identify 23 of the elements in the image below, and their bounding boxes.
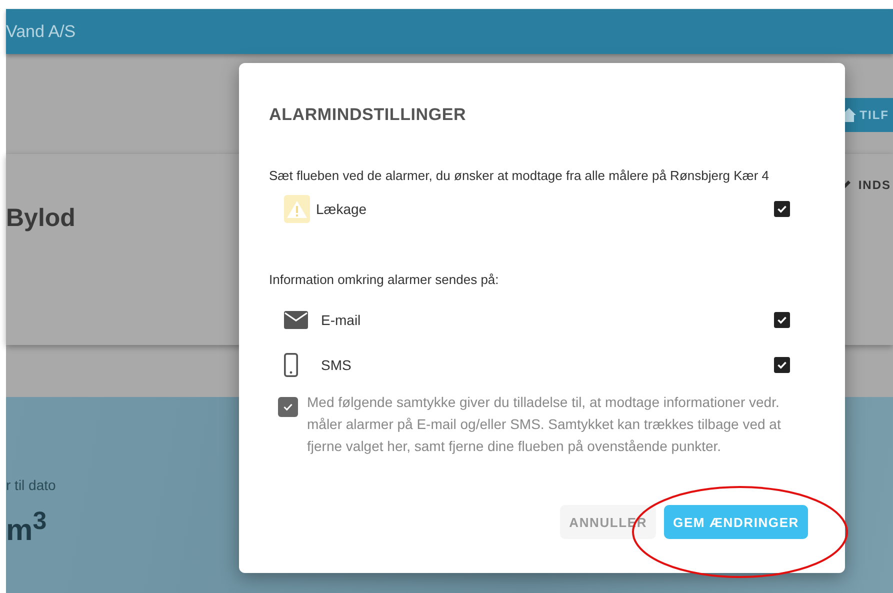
checkbox[interactable] <box>774 201 790 217</box>
stat-label: r til dato <box>6 477 56 493</box>
phone-icon <box>284 353 298 377</box>
envelope-icon <box>284 311 308 329</box>
consent-text: Med følgende samtykke giver du tilladelse til, at modtage informationer vedr. måler alarmer på E-mail og/eller SMS. Samtykket kan trækkes tilbage ved at fjerne valget her, samt fjerne dine flueben på ovenstående punkter. <box>307 393 782 456</box>
checkbox[interactable] <box>774 357 790 373</box>
card-title: Bylod <box>6 204 76 233</box>
channel-label: SMS <box>321 357 352 373</box>
check-icon <box>776 314 788 326</box>
save-button[interactable]: GEM ÆNDRINGER <box>664 505 808 539</box>
company-name: Vand A/S <box>6 22 76 42</box>
intro-text: Sæt flueben ved de alarmer, du ønsker at modtage fra alle målere på Rønsbjerg Kær 4 <box>269 168 770 183</box>
channels-intro: Information omkring alarmer sendes på: <box>269 272 500 287</box>
alarm-label: Lækage <box>316 201 368 217</box>
stat-value: m$^{3}$ <box>6 507 47 548</box>
channel-label: E-mail <box>321 312 362 328</box>
check-icon <box>776 203 788 215</box>
check-icon <box>282 401 294 413</box>
consent-checkbox[interactable] <box>278 397 298 417</box>
checkbox[interactable] <box>774 312 790 328</box>
warning-icon <box>284 195 310 223</box>
dialog-title: ALARMINDSTILLINGER <box>269 105 468 125</box>
check-icon <box>776 359 788 371</box>
